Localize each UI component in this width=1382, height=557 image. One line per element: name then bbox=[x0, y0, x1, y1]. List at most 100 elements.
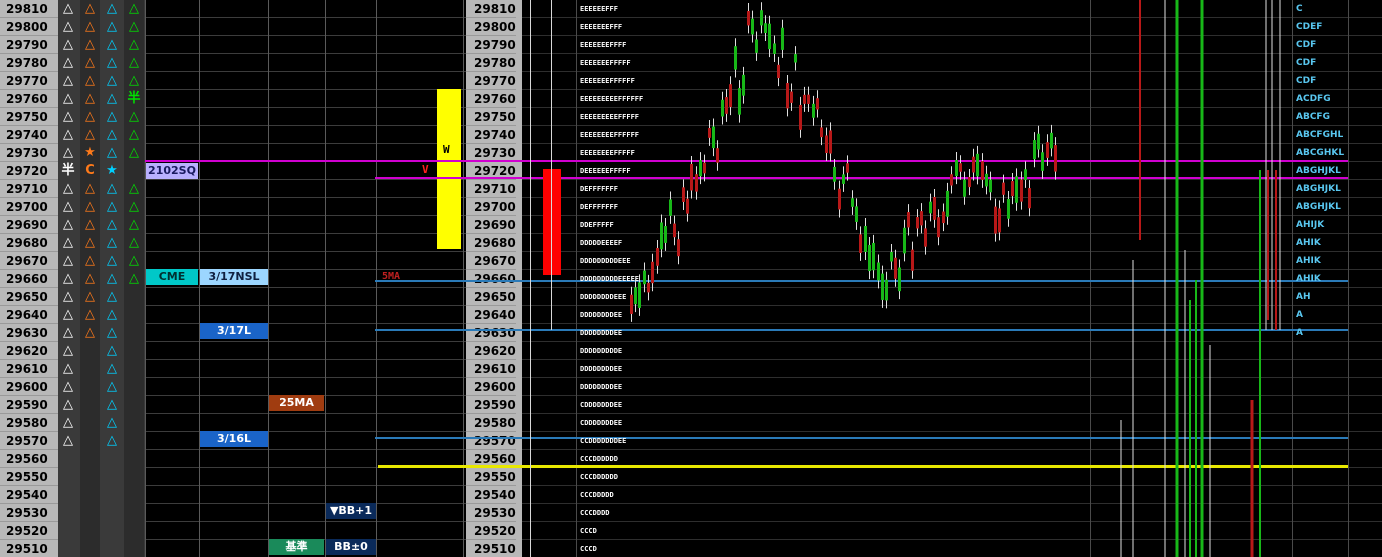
candle-body bbox=[807, 94, 810, 104]
candle-body bbox=[1015, 176, 1018, 203]
candle-body bbox=[725, 97, 728, 114]
candle-body bbox=[877, 262, 880, 281]
candle-body bbox=[669, 199, 672, 216]
candle-body bbox=[825, 135, 828, 154]
candle-body bbox=[751, 18, 754, 35]
candle-body bbox=[1046, 142, 1049, 158]
candle-body bbox=[911, 249, 914, 271]
candle-body bbox=[716, 148, 719, 163]
candle-body bbox=[829, 130, 832, 154]
candle-body bbox=[946, 190, 949, 217]
candle-body bbox=[812, 103, 815, 118]
candle-body bbox=[634, 287, 637, 305]
candle-body bbox=[703, 162, 706, 174]
candle-body bbox=[690, 163, 693, 191]
candle-body bbox=[794, 54, 797, 63]
candle-body bbox=[656, 248, 659, 266]
candle-body bbox=[833, 166, 836, 182]
candle-body bbox=[903, 227, 906, 254]
candle-body bbox=[1054, 145, 1057, 172]
candle-body bbox=[972, 156, 975, 173]
candle-body bbox=[998, 208, 1001, 233]
candle-body bbox=[799, 104, 802, 130]
candle-body bbox=[1024, 169, 1027, 180]
candle-body bbox=[660, 222, 663, 250]
candle-body bbox=[1050, 132, 1053, 149]
candle-body bbox=[881, 273, 884, 300]
candle-body bbox=[968, 177, 971, 188]
candle-body bbox=[868, 244, 871, 272]
candle-body bbox=[989, 179, 992, 193]
candle-body bbox=[695, 174, 698, 192]
candle-body bbox=[838, 188, 841, 210]
candle-body bbox=[859, 234, 862, 253]
candle-body bbox=[755, 39, 758, 53]
candle-body bbox=[820, 127, 823, 138]
candle-body bbox=[851, 198, 854, 207]
candle-body bbox=[816, 98, 819, 110]
candle-body bbox=[855, 206, 858, 222]
candle-body bbox=[985, 173, 988, 187]
candle-body bbox=[647, 282, 650, 293]
candle-body bbox=[994, 206, 997, 234]
candle-body bbox=[1028, 188, 1031, 209]
candle-body bbox=[846, 163, 849, 173]
candle-body bbox=[673, 223, 676, 238]
candle-body bbox=[929, 201, 932, 214]
candle-body bbox=[786, 83, 789, 109]
candle-body bbox=[924, 228, 927, 247]
candle-body bbox=[894, 257, 897, 279]
candle-body bbox=[738, 88, 741, 115]
candle-body bbox=[742, 74, 745, 96]
candle-body bbox=[682, 187, 685, 202]
candle-body bbox=[651, 261, 654, 284]
candle-body bbox=[677, 239, 680, 257]
candle-body bbox=[686, 198, 689, 214]
candle-body bbox=[790, 91, 793, 103]
candle-body bbox=[747, 10, 750, 26]
candle-body bbox=[898, 267, 901, 292]
candle-body bbox=[842, 174, 845, 184]
candle-body bbox=[773, 43, 776, 54]
candle-body bbox=[729, 84, 732, 108]
candle-body bbox=[872, 242, 875, 271]
candlestick-chart bbox=[630, 0, 1281, 557]
candle-body bbox=[920, 211, 923, 226]
candle-body bbox=[768, 23, 771, 50]
candle-body bbox=[712, 126, 715, 149]
candle-body bbox=[963, 179, 966, 197]
candle-body bbox=[1041, 152, 1044, 171]
candle-body bbox=[955, 160, 958, 177]
candle-body bbox=[734, 46, 737, 70]
candle-body bbox=[721, 99, 724, 117]
candle-body bbox=[760, 10, 763, 26]
candle-body bbox=[1011, 181, 1014, 197]
candle-body bbox=[664, 226, 667, 243]
candle-body bbox=[638, 282, 641, 308]
candle-body bbox=[630, 294, 633, 314]
candle-body bbox=[643, 270, 646, 285]
candle-body bbox=[981, 161, 984, 180]
candle-body bbox=[976, 153, 979, 177]
market-profile-screen: 29810 29800 29790 29780 29770 29760 29750 29740… bbox=[0, 0, 1382, 557]
candle-body bbox=[1007, 198, 1010, 219]
candle-body bbox=[764, 23, 767, 34]
candle-body bbox=[942, 211, 945, 224]
candle-body bbox=[699, 160, 702, 177]
candle-body bbox=[1037, 133, 1040, 150]
candle-body bbox=[781, 27, 784, 50]
candle-body bbox=[708, 128, 711, 138]
candle-body bbox=[1002, 182, 1005, 195]
candle-body bbox=[937, 217, 940, 238]
candle-body bbox=[959, 163, 962, 172]
candle-body bbox=[1033, 140, 1036, 160]
candle-body bbox=[864, 226, 867, 252]
candle-body bbox=[907, 212, 910, 228]
candle-body bbox=[950, 174, 953, 186]
candle-body bbox=[1020, 179, 1023, 202]
candle-body bbox=[890, 252, 893, 262]
candle-body bbox=[803, 94, 806, 104]
candle-body bbox=[885, 279, 888, 301]
candle-body bbox=[916, 217, 919, 229]
candle-body bbox=[933, 196, 936, 220]
